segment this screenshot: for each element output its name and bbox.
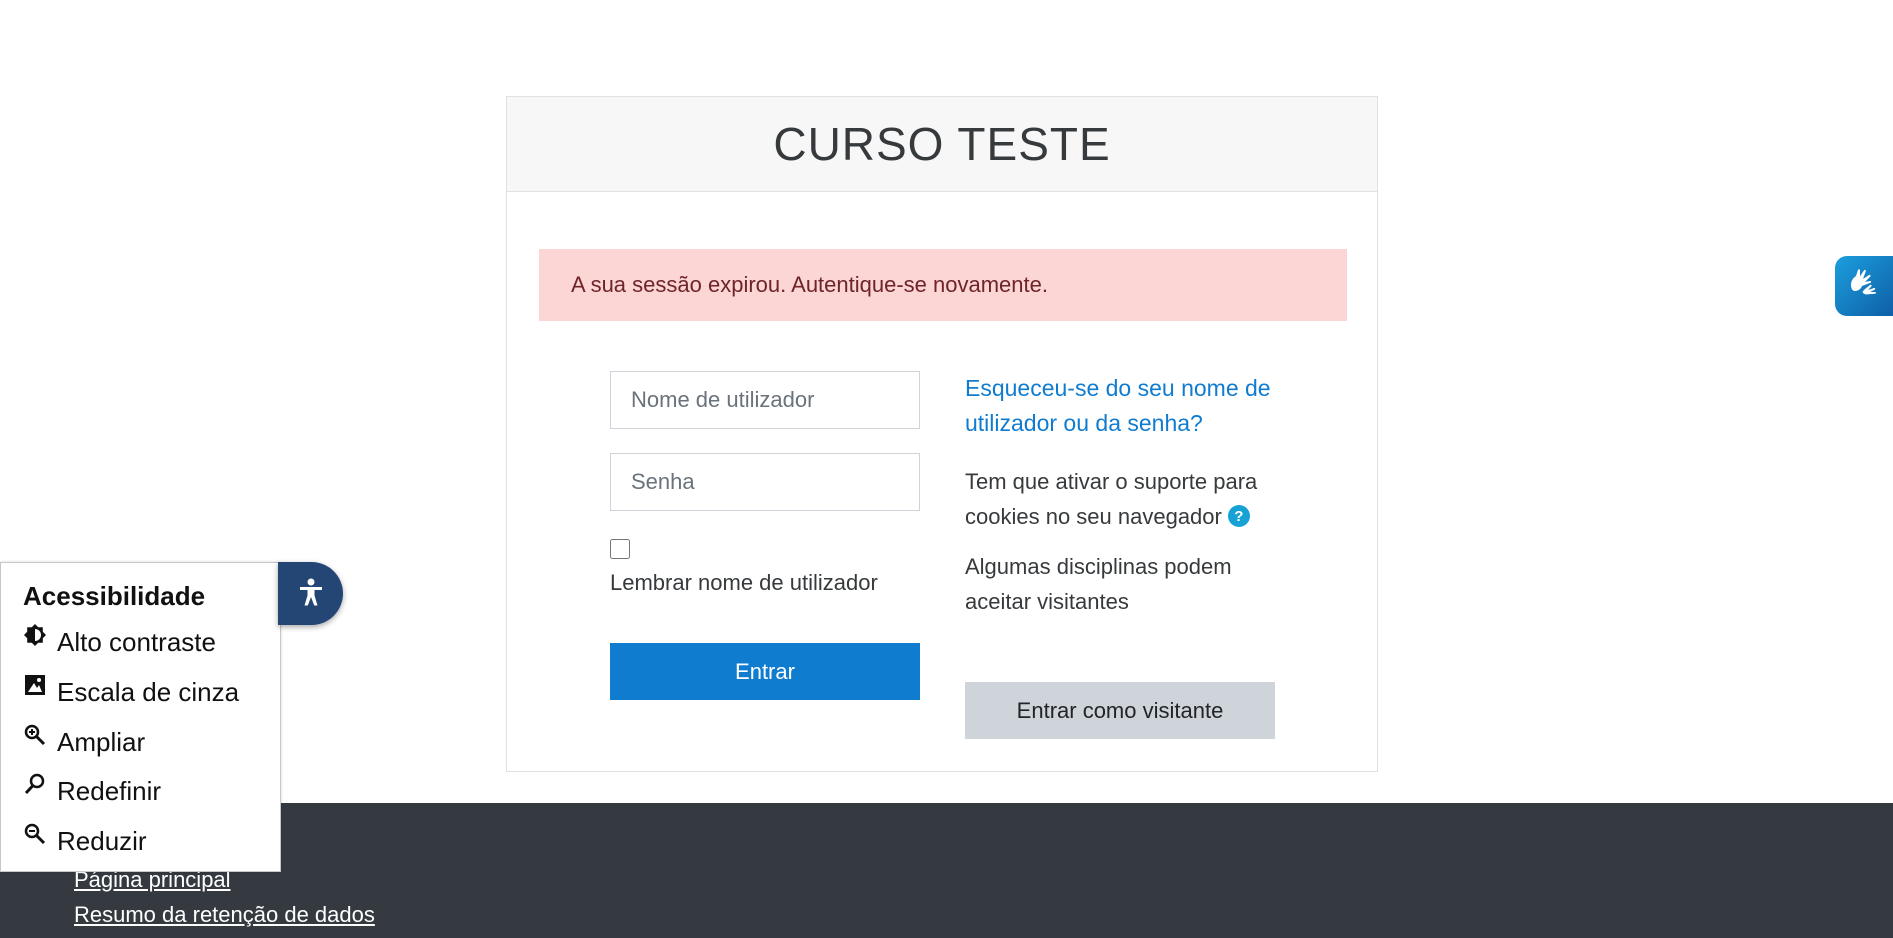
guests-notice: Algumas disciplinas podem aceitar visita… xyxy=(965,554,1232,614)
reset-zoom-label: Redefinir xyxy=(57,776,162,806)
contrast-icon xyxy=(23,623,51,651)
guest-login-button[interactable]: Entrar como visitante xyxy=(965,682,1275,739)
sign-language-hands-icon xyxy=(1845,265,1883,308)
accessibility-panel: Acessibilidade Alto contraste Escala de … xyxy=(0,562,281,872)
zoom-out-label: Reduzir xyxy=(57,826,147,856)
high-contrast-option[interactable]: Alto contraste xyxy=(23,623,216,658)
zoom-in-icon xyxy=(23,723,51,751)
zoom-out-option[interactable]: Reduzir xyxy=(23,823,147,857)
grayscale-option[interactable]: Escala de cinza xyxy=(23,674,240,708)
session-expired-alert: A sua sessão expirou. Autentique-se nova… xyxy=(539,249,1347,321)
reset-zoom-option[interactable]: Redefinir xyxy=(23,773,162,807)
remember-username-checkbox[interactable] xyxy=(610,539,630,559)
card-header: CURSO TESTE xyxy=(507,97,1377,192)
cookies-notice: Tem que ativar o suporte para cookies no… xyxy=(965,464,1275,534)
forgot-password-link[interactable]: Esqueceu-se do seu nome de utilizador ou… xyxy=(965,371,1275,441)
footer-link-data-retention[interactable]: Resumo da retenção de dados xyxy=(74,902,375,928)
page-title: CURSO TESTE xyxy=(773,118,1111,170)
password-input[interactable] xyxy=(610,453,920,511)
zoom-in-label: Ampliar xyxy=(57,727,146,757)
grayscale-label: Escala de cinza xyxy=(57,677,240,707)
page-footer: ticado Página principal Resumo da retenç… xyxy=(0,803,1893,938)
username-input[interactable] xyxy=(610,371,920,429)
cookies-notice-text: Tem que ativar o suporte para cookies no… xyxy=(965,469,1258,529)
zoom-reset-icon xyxy=(23,772,51,800)
question-mark-icon[interactable]: ? xyxy=(1227,505,1250,528)
zoom-out-icon xyxy=(23,822,51,850)
remember-username-label: Lembrar nome de utilizador xyxy=(610,570,878,595)
vlibras-widget[interactable] xyxy=(1835,256,1893,316)
high-contrast-label: Alto contraste xyxy=(57,627,216,657)
login-card: CURSO TESTE A sua sessão expirou. Autent… xyxy=(506,96,1378,772)
accessibility-title: Acessibilidade xyxy=(23,581,206,611)
grayscale-icon xyxy=(23,673,51,701)
zoom-in-option[interactable]: Ampliar xyxy=(23,724,146,758)
accessibility-toggle-button[interactable] xyxy=(278,562,343,625)
accessibility-person-icon xyxy=(297,577,325,610)
login-help-column: Esqueceu-se do seu nome de utilizador ou… xyxy=(965,371,1275,619)
login-button[interactable]: Entrar xyxy=(610,643,920,700)
